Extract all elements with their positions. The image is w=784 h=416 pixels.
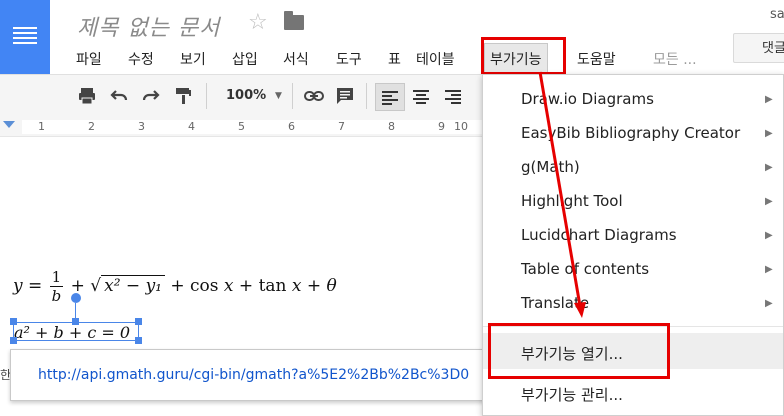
paint-format-icon[interactable]: [174, 87, 192, 105]
menu-view[interactable]: 보기: [180, 49, 206, 69]
print-icon[interactable]: [78, 87, 96, 105]
addon-highlight-tool[interactable]: Highlight Tool: [521, 192, 623, 210]
addon-gmath[interactable]: g(Math): [521, 158, 580, 176]
menu-help[interactable]: 도움말: [577, 49, 616, 69]
addon-table-of-contents[interactable]: Table of contents: [521, 260, 649, 278]
menu-format[interactable]: 서식: [283, 49, 309, 69]
menu-table-glyph[interactable]: 표: [388, 49, 401, 69]
ruler-number: 8: [388, 120, 395, 133]
addon-translate[interactable]: Translate: [521, 294, 589, 312]
indent-marker-icon[interactable]: [3, 121, 15, 128]
link-tooltip: http://api.gmath.guru/cgi-bin/gmath?a%5E…: [10, 349, 492, 401]
ruler-number: 3: [138, 120, 145, 133]
submenu-arrow-icon: ▶: [765, 230, 773, 241]
ruler-number: 1: [38, 120, 45, 133]
menu-file[interactable]: 파일: [76, 49, 102, 69]
resize-handle[interactable]: [135, 318, 142, 325]
link-icon[interactable]: [304, 87, 324, 105]
redo-icon[interactable]: [142, 87, 160, 105]
menu-all-changes[interactable]: 모든 ...: [653, 49, 697, 69]
zoom-select[interactable]: 100%: [226, 88, 266, 103]
resize-handle[interactable]: [135, 337, 142, 344]
align-center-icon[interactable]: [412, 87, 430, 105]
comment-add-icon[interactable]: [336, 87, 354, 105]
ruler-number: 10: [454, 120, 468, 133]
resize-handle[interactable]: [72, 318, 79, 325]
math-equation-image[interactable]: y = 1b + √ x² − y₁ + cos x + tan x + θ: [13, 268, 337, 305]
submenu-arrow-icon: ▶: [765, 162, 773, 173]
menu-tools[interactable]: 도구: [336, 49, 362, 69]
ruler-number: 4: [188, 120, 195, 133]
user-account[interactable]: sa: [770, 7, 784, 22]
resize-handle[interactable]: [10, 318, 17, 325]
toolbar-divider: [292, 83, 293, 109]
link-url[interactable]: http://api.gmath.guru/cgi-bin/gmath?a%5E…: [38, 367, 469, 383]
ruler-number: 2: [88, 120, 95, 133]
open-addons-highlight-box: [488, 323, 670, 379]
undo-icon[interactable]: [110, 87, 128, 105]
manage-addons-item[interactable]: 부가기능 관리...: [521, 384, 623, 405]
menu-table[interactable]: 테이블: [416, 49, 455, 69]
star-icon[interactable]: ☆: [248, 10, 268, 36]
folder-icon[interactable]: [284, 11, 304, 30]
toolbar-divider: [206, 83, 207, 109]
menu-edit[interactable]: 수정: [128, 49, 154, 69]
submenu-arrow-icon: ▶: [765, 264, 773, 275]
ruler-number: 7: [338, 120, 345, 133]
addon-easybib[interactable]: EasyBib Bibliography Creator: [521, 124, 740, 142]
submenu-arrow-icon: ▶: [765, 94, 773, 105]
submenu-arrow-icon: ▶: [765, 196, 773, 207]
ruler-number: 5: [238, 120, 245, 133]
docs-home-icon[interactable]: [0, 0, 50, 74]
addon-lucidchart[interactable]: Lucidchart Diagrams: [521, 226, 677, 244]
chevron-down-icon[interactable]: ▼: [275, 91, 282, 101]
addon-drawio[interactable]: Draw.io Diagrams: [521, 90, 654, 108]
rotate-handle[interactable]: [71, 293, 81, 303]
ruler-number: 9: [438, 120, 445, 133]
addons-highlight-box: [481, 37, 566, 75]
toolbar-divider: [366, 83, 367, 109]
submenu-arrow-icon: ▶: [765, 128, 773, 139]
align-right-icon[interactable]: [444, 87, 462, 105]
menu-insert[interactable]: 삽입: [232, 49, 258, 69]
ruler-number: 6: [288, 120, 295, 133]
resize-handle[interactable]: [10, 337, 17, 344]
align-left-button[interactable]: [375, 83, 405, 111]
comment-button[interactable]: 댓글: [733, 33, 784, 63]
document-title[interactable]: 제목 없는 문서: [77, 10, 220, 42]
submenu-arrow-icon: ▶: [765, 298, 773, 309]
